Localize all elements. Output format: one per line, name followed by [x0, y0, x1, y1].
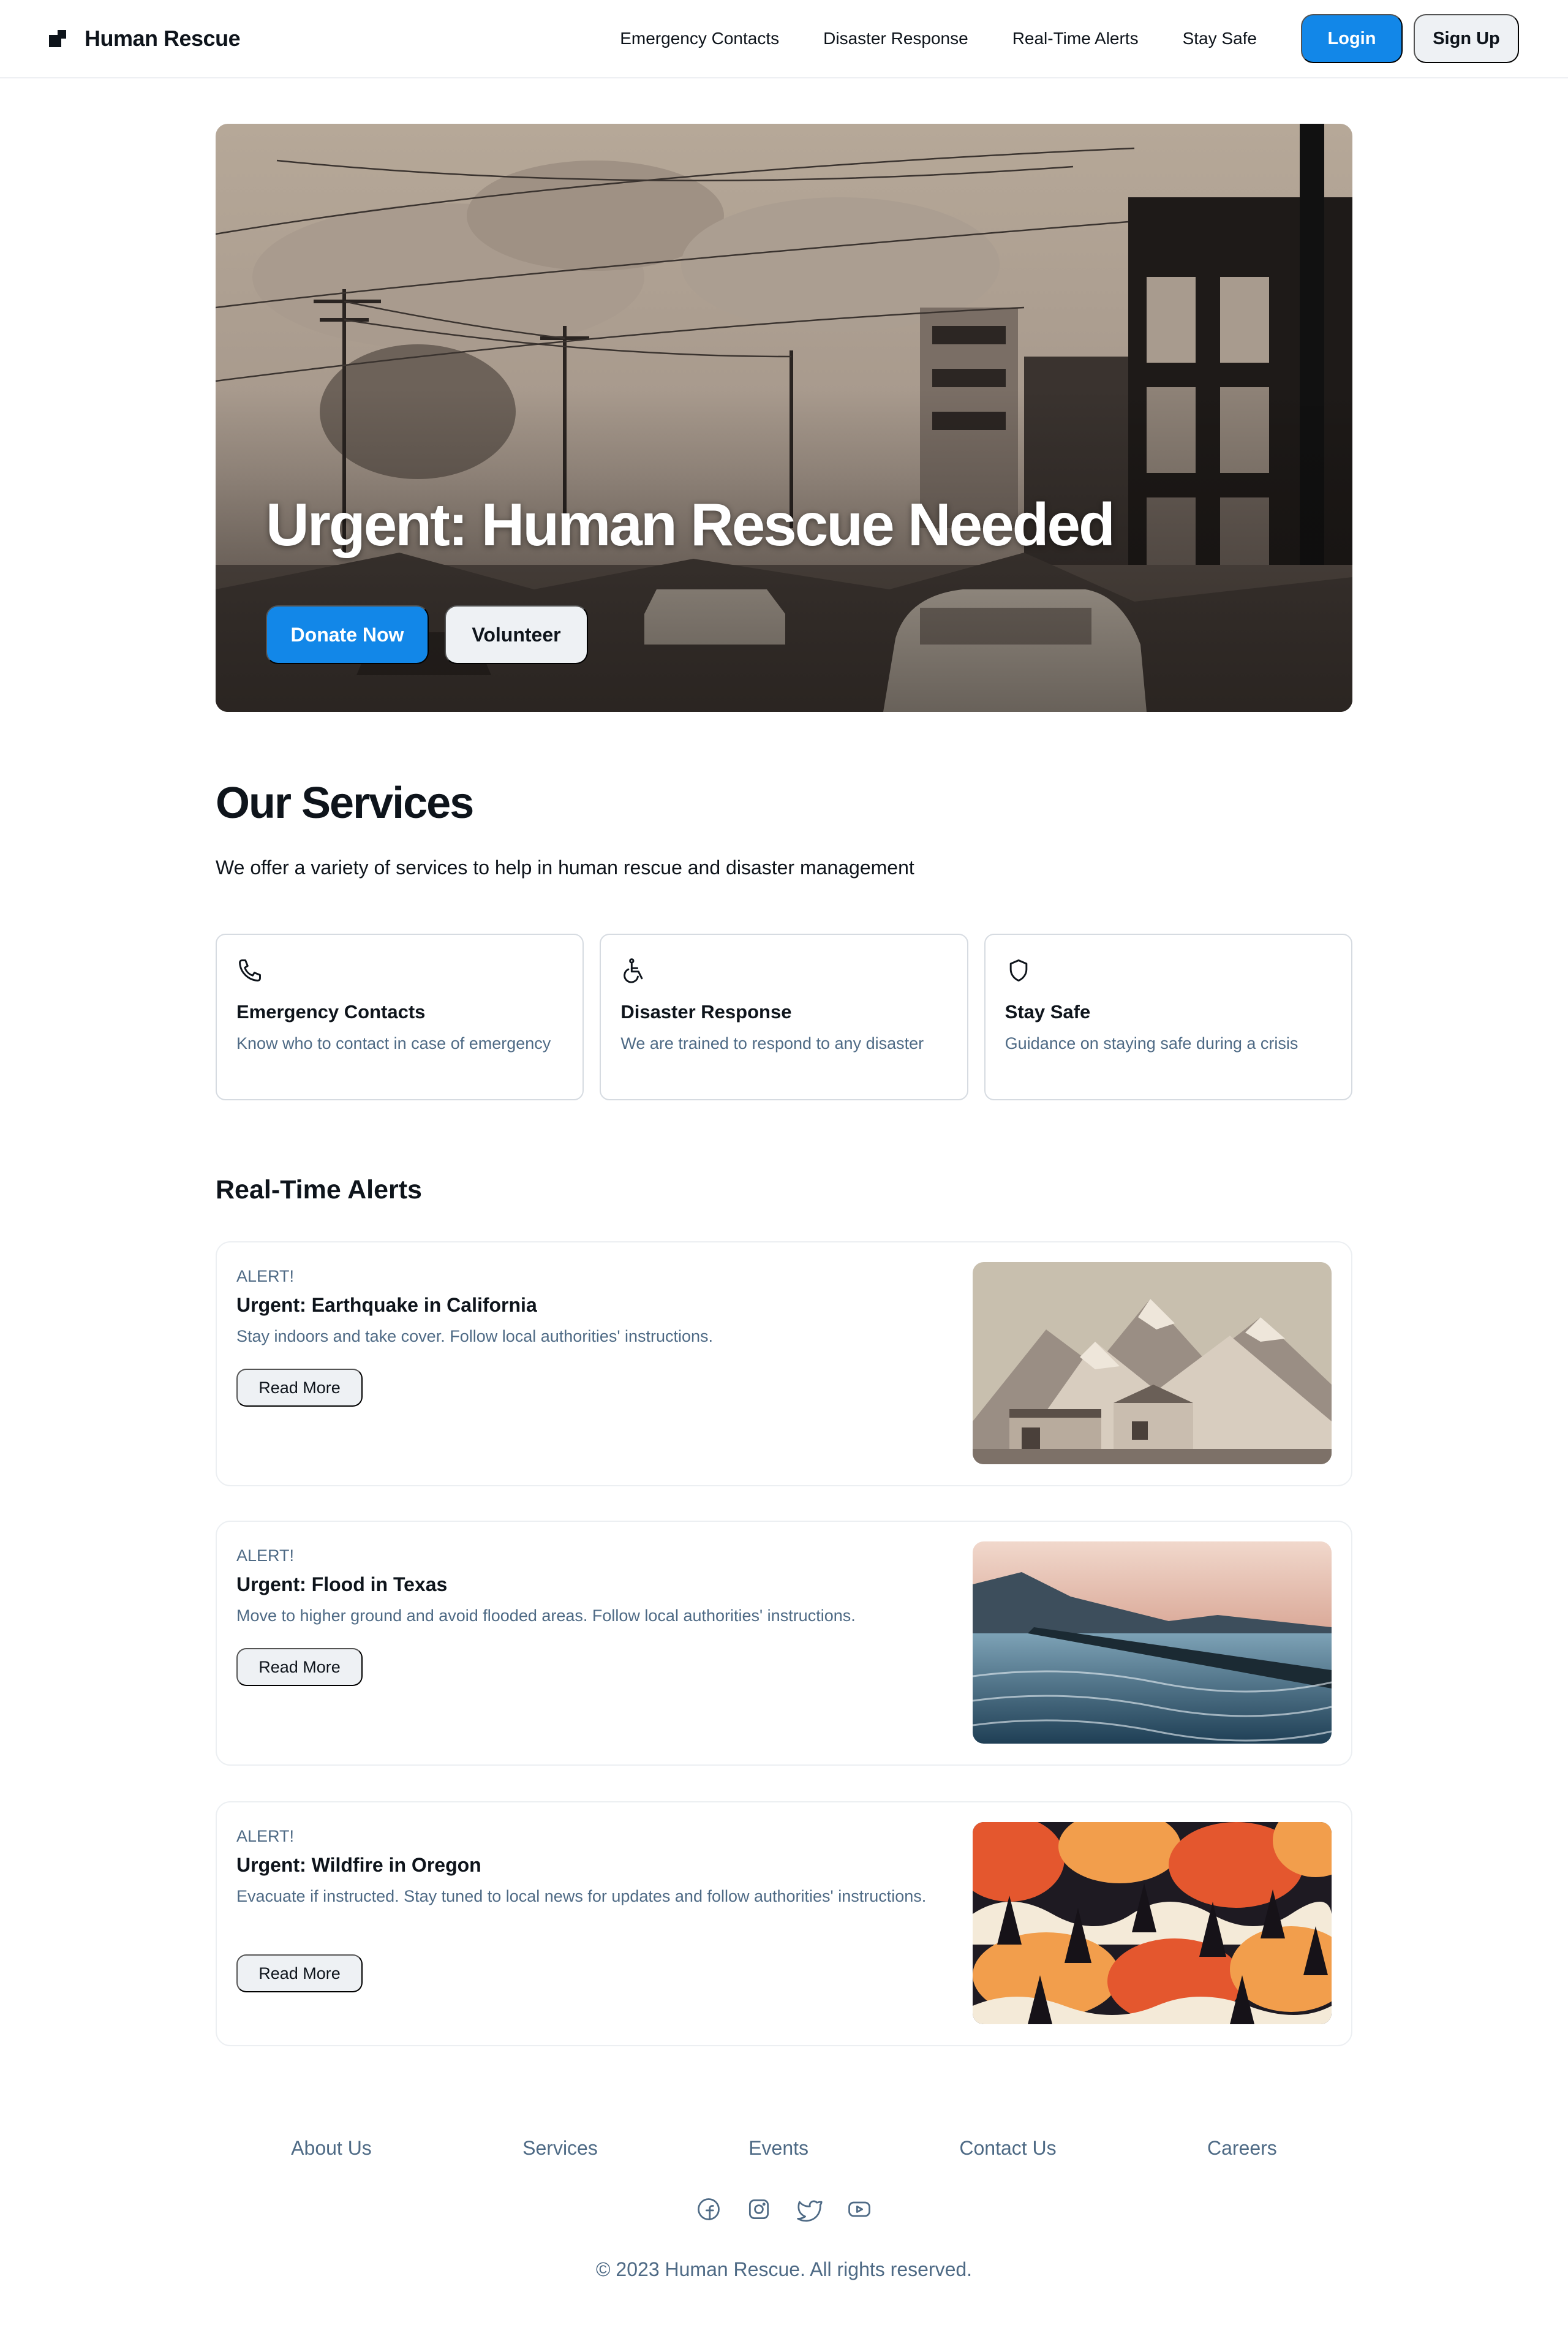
alerts-title: Real-Time Alerts — [216, 1175, 422, 1204]
earthquake-image — [973, 1262, 1332, 1464]
alert-title: Urgent: Wildfire in Oregon — [236, 1854, 481, 1876]
footer-link-events[interactable]: Events — [748, 2137, 809, 2160]
brand-name: Human Rescue — [85, 26, 241, 51]
alert-eyebrow: ALERT! — [236, 1546, 295, 1565]
service-card-title: Stay Safe — [1005, 1001, 1091, 1023]
hero-banner: Urgent: Human Rescue Needed Donate Now V… — [216, 124, 1352, 712]
brand-logo-icon — [49, 30, 66, 47]
alert-card-wildfire: ALERT! Urgent: Wildfire in Oregon Evacua… — [216, 1801, 1352, 2046]
nav-link-disaster-response[interactable]: Disaster Response — [823, 29, 968, 48]
footer-link-services[interactable]: Services — [522, 2137, 598, 2160]
footer-link-about-us[interactable]: About Us — [291, 2137, 372, 2160]
service-card-description: Know who to contact in case of emergency — [236, 1034, 551, 1053]
read-more-button[interactable]: Read More — [236, 1369, 363, 1407]
brand[interactable]: Human Rescue — [49, 26, 241, 51]
footer-link-contact-us[interactable]: Contact Us — [959, 2137, 1056, 2160]
alert-description: Move to higher ground and avoid flooded … — [236, 1606, 856, 1625]
top-navbar: Human Rescue Emergency Contacts Disaster… — [0, 0, 1568, 78]
hero-actions: Donate Now Volunteer — [266, 605, 588, 664]
services-cards: Emergency Contacts Know who to contact i… — [216, 934, 1352, 1100]
youtube-icon[interactable] — [846, 2196, 873, 2223]
phone-icon — [239, 959, 261, 981]
wheelchair-icon — [624, 958, 643, 983]
footer-link-careers[interactable]: Careers — [1207, 2137, 1277, 2160]
service-card-title: Emergency Contacts — [236, 1001, 426, 1023]
read-more-button[interactable]: Read More — [236, 1954, 363, 1992]
hero-title: Urgent: Human Rescue Needed — [266, 491, 1115, 558]
alert-title: Urgent: Flood in Texas — [236, 1573, 448, 1595]
instagram-icon[interactable] — [745, 2196, 772, 2223]
footer-links: About Us Services Events Contact Us Care… — [216, 2137, 1352, 2160]
primary-nav: Emergency Contacts Disaster Response Rea… — [620, 14, 1519, 63]
service-card-title: Disaster Response — [620, 1001, 792, 1023]
service-card-description: Guidance on staying safe during a crisis — [1005, 1034, 1298, 1053]
donate-now-button[interactable]: Donate Now — [266, 605, 429, 664]
login-button[interactable]: Login — [1301, 14, 1403, 63]
alert-card-flood: ALERT! Urgent: Flood in Texas Move to hi… — [216, 1521, 1352, 1766]
nav-link-stay-safe[interactable]: Stay Safe — [1183, 29, 1257, 48]
twitter-icon[interactable] — [796, 2196, 823, 2223]
facebook-icon[interactable] — [695, 2196, 722, 2223]
wildfire-image — [973, 1822, 1332, 2024]
services-title: Our Services — [216, 779, 474, 828]
service-card-emergency-contacts[interactable]: Emergency Contacts Know who to contact i… — [216, 934, 584, 1100]
alert-card-earthquake: ALERT! Urgent: Earthquake in California … — [216, 1241, 1352, 1486]
signup-button[interactable]: Sign Up — [1414, 14, 1519, 63]
read-more-button[interactable]: Read More — [236, 1648, 363, 1686]
flood-image — [973, 1541, 1332, 1744]
alert-description: Evacuate if instructed. Stay tuned to lo… — [236, 1887, 927, 1905]
nav-link-real-time-alerts[interactable]: Real-Time Alerts — [1012, 29, 1139, 48]
service-card-description: We are trained to respond to any disaste… — [620, 1034, 924, 1053]
alert-title: Urgent: Earthquake in California — [236, 1294, 537, 1316]
social-links — [0, 2196, 1568, 2223]
alert-eyebrow: ALERT! — [236, 1827, 295, 1845]
alert-eyebrow: ALERT! — [236, 1267, 295, 1285]
volunteer-button[interactable]: Volunteer — [445, 605, 588, 664]
alert-description: Stay indoors and take cover. Follow loca… — [236, 1327, 714, 1345]
services-subtitle: We offer a variety of services to help i… — [216, 856, 914, 879]
copyright: © 2023 Human Rescue. All rights reserved… — [595, 2258, 973, 2280]
shield-icon — [1009, 959, 1027, 981]
service-card-stay-safe[interactable]: Stay Safe Guidance on staying safe durin… — [984, 934, 1352, 1100]
service-card-disaster-response[interactable]: Disaster Response We are trained to resp… — [600, 934, 968, 1100]
nav-link-emergency-contacts[interactable]: Emergency Contacts — [620, 29, 779, 48]
